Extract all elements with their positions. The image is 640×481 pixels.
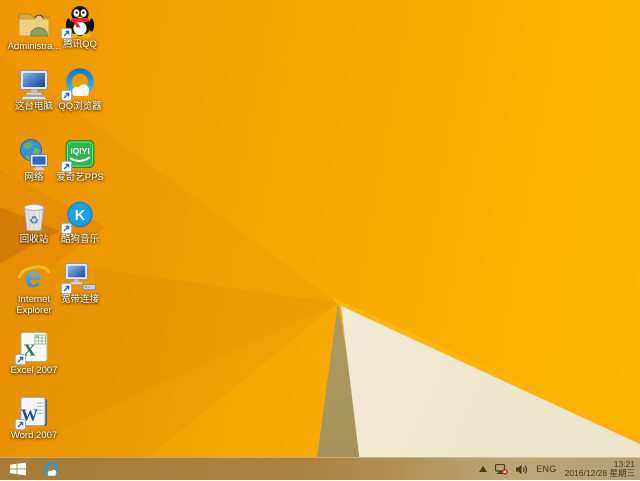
speaker-icon [516, 464, 528, 475]
start-button[interactable] [0, 458, 36, 481]
desktop-icon-label: QQ浏览器 [58, 101, 101, 112]
desktop-icon-label: 爱奇艺PPS [56, 172, 104, 183]
clock-date: 2016/12/28 星期三 [565, 468, 635, 478]
show-hidden-icons-button[interactable] [479, 466, 487, 472]
svg-text:K: K [75, 208, 86, 224]
clock-time: 13:21 [614, 459, 635, 469]
desktop-icon-label: 这台电脑 [15, 101, 53, 112]
taskbar: ENG 13:21 2016/12/28 星期三 [0, 457, 640, 480]
excel-icon: X [17, 330, 51, 364]
desktop-icon-broadband[interactable]: 宽带连接 [50, 259, 110, 305]
shortcut-arrow-icon [15, 419, 26, 430]
desktop-icon-grid: Administra... [4, 0, 124, 456]
iqiyi-icon: iQIYI [63, 137, 97, 171]
network-disconnected-icon [495, 464, 508, 475]
chevron-up-icon [479, 466, 487, 472]
desktop-icon-iqiyi-pps[interactable]: iQIYI 爱奇艺PPS [50, 137, 110, 183]
word-icon: W [17, 395, 51, 429]
clock[interactable]: 13:21 2016/12/28 星期三 [565, 460, 635, 479]
user-folder-icon [17, 6, 51, 40]
desktop-icon-label: 宽带连接 [61, 294, 99, 305]
network-globe-icon [17, 137, 51, 171]
computer-icon [17, 66, 51, 100]
broadband-connection-icon [63, 259, 97, 293]
internet-explorer-icon: e [17, 259, 51, 293]
qq-browser-ring-icon [63, 66, 97, 100]
desktop-icon-label: Excel 2007 [10, 365, 57, 376]
shortcut-arrow-icon [15, 354, 26, 365]
windows-logo-icon [10, 462, 26, 476]
desktop-icon-label: 酷狗音乐 [61, 234, 99, 245]
svg-text:♻: ♻ [29, 214, 39, 227]
desktop-icon-excel-2007[interactable]: X Excel 2007 [4, 330, 64, 376]
shortcut-arrow-icon [61, 223, 72, 234]
shortcut-arrow-icon [61, 28, 72, 39]
shortcut-arrow-icon [61, 161, 72, 172]
language-indicator[interactable]: ENG [536, 464, 556, 474]
system-tray: ENG 13:21 2016/12/28 星期三 [479, 460, 640, 479]
desktop-icon-label: Word 2007 [11, 430, 57, 441]
qq-browser-taskbar-icon [43, 461, 60, 478]
desktop-icon-word-2007[interactable]: W Word 2007 [4, 395, 64, 441]
recycle-bin-icon: ♻ [17, 199, 51, 233]
network-status-button[interactable] [495, 464, 508, 475]
taskbar-qq-browser-button[interactable] [36, 458, 66, 481]
desktop-icon-tencent-qq[interactable]: 腾讯QQ [50, 4, 110, 50]
desktop-icon-label: 网络 [24, 172, 43, 183]
desktop-icon-kugou-music[interactable]: K 酷狗音乐 [50, 199, 110, 245]
qq-penguin-icon [63, 4, 97, 38]
shortcut-arrow-icon [61, 283, 72, 294]
iqiyi-logo-text: iQIYI [70, 146, 89, 156]
volume-button[interactable] [516, 464, 528, 475]
desktop-icon-qq-browser[interactable]: QQ浏览器 [50, 66, 110, 112]
desktop-icon-label: 回收站 [20, 234, 49, 245]
kugou-icon: K [63, 199, 97, 233]
shortcut-arrow-icon [61, 90, 72, 101]
desktop-icon-label: 腾讯QQ [63, 39, 97, 50]
